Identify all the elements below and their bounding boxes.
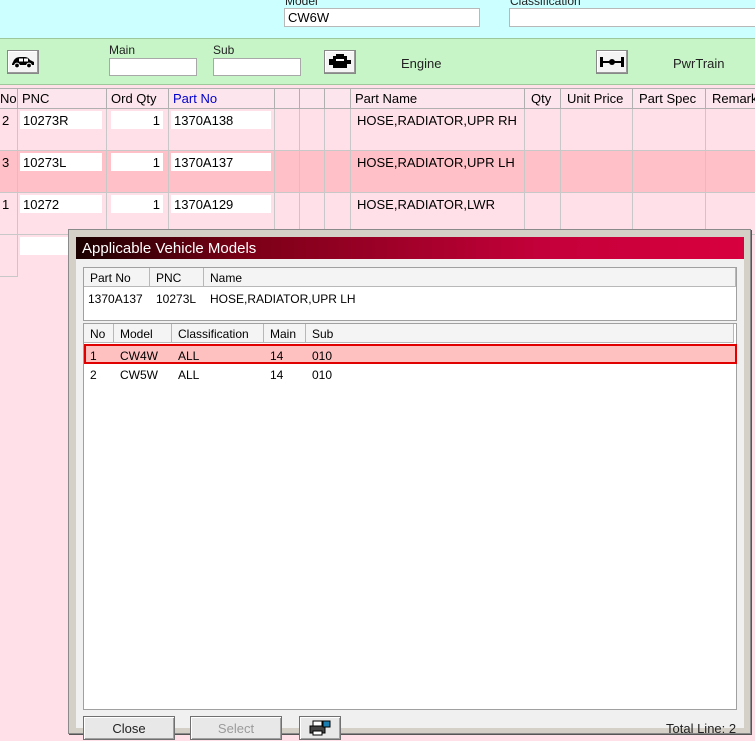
list-main: 14 <box>270 349 284 363</box>
filter-toolbar: Main Sub Engine PwrTrain <box>0 38 755 85</box>
list-classification: ALL <box>178 349 200 363</box>
row-part-name: HOSE,RADIATOR,UPR LH <box>357 155 515 170</box>
header-area: Model Classification <box>0 0 755 38</box>
row-pnc[interactable]: 10272 <box>20 195 102 213</box>
list-header-sub[interactable]: Sub <box>306 324 734 343</box>
row-part-name: HOSE,RADIATOR,LWR <box>357 197 495 212</box>
printer-icon <box>309 720 331 736</box>
row-pnc[interactable]: 10273R <box>20 111 102 129</box>
col-header-blank-1[interactable] <box>275 88 300 109</box>
info-header-pnc: PNC <box>150 268 204 287</box>
list-header-no[interactable]: No <box>84 324 114 343</box>
close-button[interactable]: Close <box>83 716 175 740</box>
row-ord-qty[interactable]: 1 <box>111 195 163 213</box>
row-pnc[interactable]: 10273L <box>20 153 102 171</box>
engine-label: Engine <box>401 56 442 71</box>
list-item[interactable]: 2 CW5W ALL 14 010 <box>84 365 737 385</box>
info-pnc: 10273L <box>156 292 197 306</box>
dialog-title: Applicable Vehicle Models <box>76 237 744 259</box>
list-header-model[interactable]: Model <box>114 324 172 343</box>
list-sub: 010 <box>312 349 333 363</box>
row-ord-qty[interactable]: 1 <box>111 111 163 129</box>
list-item-selected[interactable]: 1 CW4W ALL 14 010 <box>84 344 737 364</box>
row-part-no[interactable]: 1370A129 <box>171 195 271 213</box>
part-info-panel: Part No PNC Name 1370A137 10273L HOSE,RA… <box>83 267 737 321</box>
col-header-part-spec[interactable]: Part Spec <box>633 88 706 109</box>
list-no: 1 <box>90 349 97 363</box>
info-part-no: 1370A137 <box>88 292 143 306</box>
row-no: 3 <box>2 155 10 170</box>
table-row[interactable]: 2 10273R 1 1370A138 HOSE,RADIATOR,UPR RH <box>0 109 755 151</box>
list-header-classification[interactable]: Classification <box>172 324 264 343</box>
main-field[interactable] <box>109 58 197 76</box>
col-header-part-name[interactable]: Part Name <box>351 88 525 109</box>
print-button[interactable] <box>299 716 341 740</box>
list-classification: ALL <box>178 368 200 382</box>
list-no: 2 <box>90 368 97 382</box>
sub-field[interactable] <box>213 58 301 76</box>
sub-label: Sub <box>213 43 235 57</box>
row-no: 2 <box>2 113 10 128</box>
col-header-unit-price[interactable]: Unit Price <box>561 88 633 109</box>
col-header-pnc[interactable]: PNC <box>18 88 107 109</box>
axle-icon <box>600 57 624 67</box>
list-header-main[interactable]: Main <box>264 324 306 343</box>
model-label: Model <box>285 0 318 8</box>
row-no: 1 <box>2 197 10 212</box>
row-part-no[interactable]: 1370A138 <box>171 111 271 129</box>
col-header-blank-2[interactable] <box>300 88 325 109</box>
dialog-body: Part No PNC Name 1370A137 10273L HOSE,RA… <box>76 259 744 740</box>
list-sub: 010 <box>312 368 333 382</box>
total-line: Total Line: 2 <box>666 721 737 736</box>
col-header-no[interactable]: No <box>0 88 18 109</box>
classification-label: Classification <box>510 0 581 8</box>
col-header-qty[interactable]: Qty <box>525 88 561 109</box>
engine-button[interactable] <box>324 50 356 74</box>
table-row-selected[interactable]: 3 10273L 1 1370A137 HOSE,RADIATOR,UPR LH <box>0 151 755 193</box>
col-header-ord-qty[interactable]: Ord Qty <box>107 88 169 109</box>
list-model: CW5W <box>120 368 158 382</box>
info-header-name: Name <box>204 268 736 287</box>
row-part-no[interactable]: 1370A137 <box>171 153 271 171</box>
pwrtrain-label: PwrTrain <box>673 56 725 71</box>
col-header-blank-3[interactable] <box>325 88 351 109</box>
vehicle-model-list[interactable]: No Model Classification Main Sub 1 CW4W … <box>83 323 737 710</box>
model-field[interactable] <box>284 8 480 27</box>
main-label: Main <box>109 43 136 57</box>
new-pnc-input[interactable] <box>20 237 68 255</box>
list-model: CW4W <box>120 349 158 363</box>
info-name: HOSE,RADIATOR,UPR LH <box>210 292 356 306</box>
vehicle-button[interactable] <box>7 50 39 74</box>
col-header-remarks[interactable]: Remarks <box>706 88 755 109</box>
engine-icon <box>329 54 351 68</box>
classification-field[interactable] <box>509 8 755 27</box>
col-header-part-no[interactable]: Part No <box>169 88 275 109</box>
info-header-part-no: Part No <box>84 268 150 287</box>
list-main: 14 <box>270 368 284 382</box>
row-part-name: HOSE,RADIATOR,UPR RH <box>357 113 517 128</box>
select-button[interactable]: Select <box>190 716 282 740</box>
pwrtrain-button[interactable] <box>596 50 628 74</box>
car-icon <box>12 57 34 69</box>
applicable-vehicle-models-dialog: Applicable Vehicle Models Part No PNC Na… <box>68 229 751 740</box>
row-ord-qty[interactable]: 1 <box>111 153 163 171</box>
